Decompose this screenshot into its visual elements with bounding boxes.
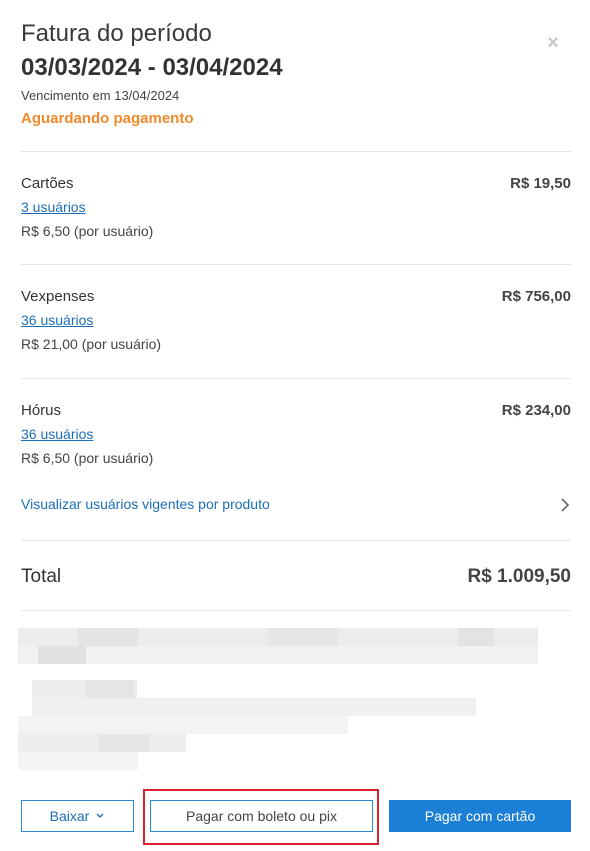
invoice-panel: Fatura do período 03/03/2024 - 03/04/202… [0,0,590,851]
divider [21,378,571,379]
product-unit-price: R$ 6,50 (por usuário) [21,223,154,239]
pay-boleto-pix-button[interactable]: Pagar com boleto ou pix [150,800,373,832]
product-unit-price: R$ 21,00 (por usuário) [21,336,162,352]
page-title: Fatura do período [21,20,212,47]
product-users-link[interactable]: 36 usuários [21,312,93,328]
blurred-content [18,628,538,770]
product-name: Cartões [21,175,74,192]
product-name: Hórus [21,402,62,419]
total-label: Total [21,566,62,587]
view-users-by-product-link[interactable]: Visualizar usuários vigentes por produto [21,496,270,512]
product-price: R$ 19,50 [510,175,571,192]
invoice-period: 03/03/2024 - 03/04/2024 [21,54,283,81]
product-users-link[interactable]: 36 usuários [21,426,93,442]
divider [21,151,571,152]
download-button-label: Baixar [49,808,90,824]
product-price: R$ 756,00 [501,288,571,305]
download-button[interactable]: Baixar [21,800,134,832]
divider [21,540,571,541]
divider [21,264,571,265]
product-price: R$ 234,00 [501,402,571,419]
status-badge: Aguardando pagamento [21,110,194,127]
close-icon[interactable]: × [543,33,563,53]
chevron-down-icon [96,813,104,818]
pay-card-button[interactable]: Pagar com cartão [389,800,571,832]
divider [21,610,571,611]
chevron-right-icon[interactable] [558,497,572,513]
due-date: Vencimento em 13/04/2024 [21,88,180,103]
total-value: R$ 1.009,50 [467,566,571,587]
product-unit-price: R$ 6,50 (por usuário) [21,450,154,466]
product-users-link[interactable]: 3 usuários [21,199,86,215]
product-name: Vexpenses [21,288,95,305]
